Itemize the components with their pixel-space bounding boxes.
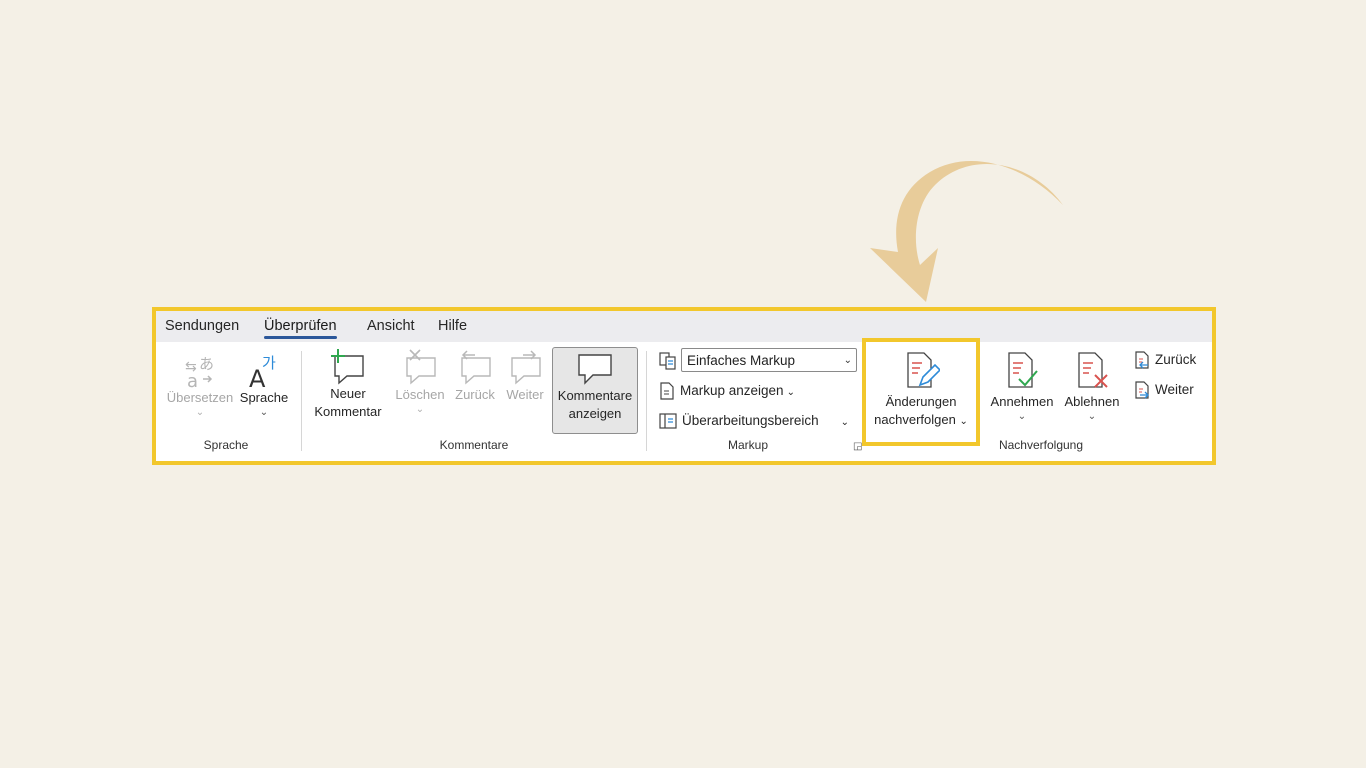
language-label: Sprache — [239, 390, 289, 405]
language-icon: A 가 — [249, 354, 276, 389]
ribbon: Sendungen Überprüfen Ansicht Hilfe ⇆ あ a… — [152, 307, 1216, 465]
chevron-down-icon: ⌄ — [1087, 411, 1097, 422]
language-button[interactable]: A 가 Sprache ⌄ — [238, 351, 290, 418]
reject-button[interactable]: Ablehnen ⌄ — [1058, 351, 1126, 422]
chevron-down-icon: ⌄ — [1017, 411, 1027, 422]
accept-button[interactable]: Annehmen ⌄ — [986, 351, 1058, 422]
ribbon-tab-bar: Sendungen Überprüfen Ansicht Hilfe — [156, 311, 1212, 342]
next-comment-button[interactable]: Weiter — [502, 349, 548, 404]
svg-text:가: 가 — [262, 354, 276, 372]
previous-comment-label: Zurück — [455, 387, 495, 402]
chevron-down-icon: ⌄ — [843, 355, 852, 366]
show-comments-icon — [578, 354, 612, 385]
svg-text:a: a — [187, 371, 198, 389]
group-separator — [646, 351, 647, 451]
tab-sendungen[interactable]: Sendungen — [165, 318, 239, 334]
previous-comment-icon — [461, 350, 491, 385]
show-markup-icon — [660, 382, 674, 401]
revision-pane-icon — [659, 413, 677, 430]
show-comments-label-1: Kommentare — [557, 388, 633, 403]
tab-hilfe[interactable]: Hilfe — [438, 318, 467, 334]
show-comments-button[interactable]: Kommentare anzeigen — [552, 351, 638, 423]
previous-comment-button[interactable]: Zurück — [450, 349, 500, 404]
accept-icon — [1008, 352, 1038, 388]
reject-icon — [1078, 352, 1108, 388]
show-comments-label-2: anzeigen — [568, 406, 622, 421]
reject-label: Ablehnen — [1064, 394, 1120, 409]
highlight-frame — [862, 338, 980, 446]
previous-change-label: Zurück — [1155, 352, 1197, 367]
group-label-sprache: Sprache — [203, 438, 249, 452]
svg-text:あ: あ — [199, 355, 214, 373]
delete-comment-button[interactable]: Löschen ⌄ — [390, 349, 450, 415]
next-comment-label: Weiter — [506, 387, 544, 402]
markup-display-select[interactable]: Einfaches Markup ⌄ — [681, 348, 857, 372]
markup-display-value: Einfaches Markup — [687, 353, 796, 368]
previous-change-icon — [1135, 351, 1149, 370]
group-separator — [301, 351, 302, 451]
show-markup-button[interactable]: Markup anzeigen ⌄ — [659, 380, 795, 402]
previous-change-button[interactable]: Zurück — [1134, 349, 1196, 371]
chevron-down-icon: ⌄ — [259, 407, 269, 418]
new-comment-label-2: Kommentar — [314, 404, 382, 419]
next-change-icon — [1135, 381, 1149, 400]
delete-comment-icon — [406, 349, 436, 385]
chevron-down-icon: ⌄ — [195, 407, 205, 418]
new-comment-label-1: Neuer — [330, 386, 366, 401]
next-change-button[interactable]: Weiter — [1134, 379, 1194, 401]
delete-comment-label: Löschen — [395, 387, 445, 402]
chevron-down-icon: ⌄ — [840, 417, 849, 428]
revision-pane-label: Überarbeitungsbereich — [682, 413, 819, 428]
chevron-down-icon: ⌄ — [415, 404, 425, 415]
accept-label: Annehmen — [990, 394, 1054, 409]
new-comment-icon — [331, 349, 364, 385]
group-label-kommentare: Kommentare — [439, 438, 509, 452]
next-comment-icon — [511, 350, 541, 385]
group-label-nachverfolgung: Nachverfolgung — [998, 438, 1084, 452]
show-markup-label: Markup anzeigen — [680, 383, 784, 398]
translate-icon: ⇆ あ a — [185, 355, 214, 389]
new-comment-button[interactable]: Neuer Kommentar — [310, 349, 386, 421]
next-change-label: Weiter — [1155, 382, 1194, 397]
display-for-review-icon — [659, 352, 676, 370]
tab-ansicht[interactable]: Ansicht — [367, 318, 415, 334]
curved-arrow-icon — [870, 160, 1063, 302]
translate-button[interactable]: ⇆ あ a Übersetzen ⌄ — [164, 351, 236, 418]
chevron-down-icon: ⌄ — [786, 387, 795, 398]
group-label-markup: Markup — [727, 438, 768, 452]
tab-ueberpruefen[interactable]: Überprüfen — [264, 318, 337, 339]
translate-label: Übersetzen — [166, 390, 234, 405]
revision-pane-button[interactable]: Überarbeitungsbereich ⌄ — [659, 410, 849, 432]
